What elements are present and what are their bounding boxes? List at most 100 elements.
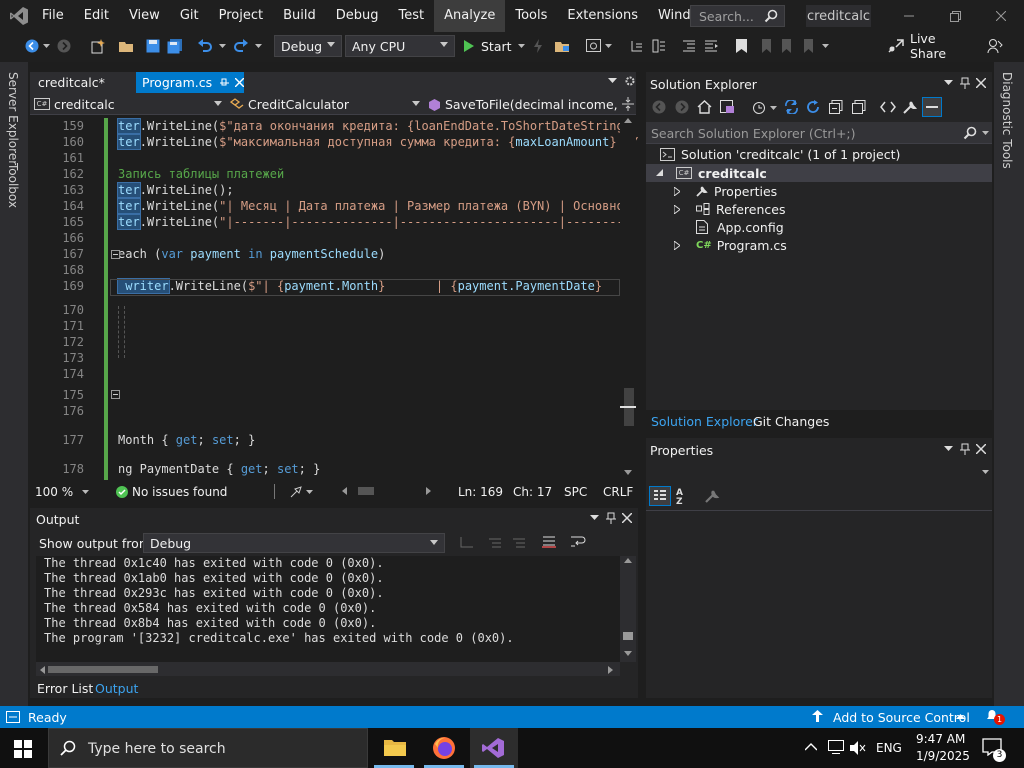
window-position-dropdown-icon[interactable] bbox=[590, 515, 599, 520]
alphabetical-icon[interactable]: AZ bbox=[676, 489, 683, 507]
start-button[interactable]: Start bbox=[462, 35, 525, 57]
indent-icon[interactable] bbox=[702, 35, 720, 57]
toolbox-tab[interactable]: Toolbox bbox=[6, 163, 20, 208]
visual-studio-logo[interactable] bbox=[8, 6, 30, 26]
prev-bookmark-icon[interactable] bbox=[756, 35, 774, 57]
menu-build[interactable]: Build bbox=[273, 0, 326, 32]
switch-views-icon[interactable] bbox=[720, 100, 735, 114]
sol-close-icon[interactable] bbox=[976, 78, 986, 88]
sol-back-icon[interactable] bbox=[652, 100, 666, 114]
settings-gear-icon[interactable] bbox=[624, 75, 636, 87]
tab-git-changes[interactable]: Git Changes bbox=[753, 414, 829, 429]
browser-link-icon[interactable] bbox=[584, 35, 602, 57]
forward-icon[interactable] bbox=[56, 35, 72, 57]
editor-vertical-scrollbar[interactable] bbox=[620, 115, 636, 483]
tab-solution-explorer[interactable]: Solution Explorer bbox=[651, 414, 758, 429]
clear-all-icon[interactable] bbox=[542, 535, 556, 548]
tab-output[interactable]: Output bbox=[95, 681, 138, 696]
class-combo[interactable]: CreditCalculator bbox=[230, 95, 422, 113]
search-box[interactable]: Search... bbox=[690, 5, 785, 27]
collapse-region-icon[interactable] bbox=[111, 250, 120, 259]
tab-error-list[interactable]: Error List bbox=[37, 681, 93, 696]
collapse-region-icon[interactable] bbox=[111, 390, 120, 399]
code-line[interactable]: ng PaymentDate { get; set; } bbox=[118, 462, 320, 476]
pending-dropdown-icon[interactable] bbox=[770, 106, 777, 110]
issues-status[interactable]: No issues found bbox=[132, 485, 227, 499]
output-scroll-down-icon[interactable] bbox=[624, 651, 632, 656]
menu-analyze[interactable]: Analyze bbox=[434, 0, 506, 32]
new-project-icon[interactable] bbox=[88, 35, 106, 57]
undo-dropdown-icon[interactable] bbox=[218, 35, 226, 57]
save-icon[interactable] bbox=[144, 35, 162, 57]
code-line[interactable]: ter.WriteLine("| Месяц | Дата платежа | … bbox=[117, 198, 631, 214]
diagnostic-tools-tab[interactable]: Diagnostic Tools bbox=[1000, 72, 1014, 169]
props-pin-icon[interactable] bbox=[960, 443, 970, 455]
brush-dropdown-icon[interactable] bbox=[306, 490, 313, 494]
hscroll-left-icon[interactable] bbox=[342, 487, 347, 495]
code-line[interactable]: ter.WriteLine($"дата окончания кредита: … bbox=[117, 118, 638, 134]
code-line[interactable]: each (var payment in paymentSchedule) bbox=[118, 247, 385, 261]
tray-overflow-icon[interactable] bbox=[805, 743, 817, 751]
project-combo[interactable]: C# creditcalc bbox=[34, 95, 224, 113]
server-explorer-tab[interactable]: Server Explorer bbox=[6, 72, 20, 165]
tree-item-references[interactable]: References bbox=[674, 200, 785, 218]
browser-dropdown-icon[interactable] bbox=[604, 35, 612, 57]
zoom-level[interactable]: 100 % bbox=[35, 485, 73, 499]
outdent-icon[interactable] bbox=[680, 35, 698, 57]
network-icon[interactable] bbox=[828, 740, 844, 754]
step-over-icon[interactable] bbox=[650, 35, 668, 57]
back-icon[interactable] bbox=[24, 35, 40, 57]
tab-program-cs[interactable]: Program.cs bbox=[136, 72, 245, 93]
save-all-icon[interactable] bbox=[166, 35, 184, 57]
line-ending-status[interactable]: CRLF bbox=[603, 485, 633, 499]
tree-project[interactable]: C# creditcalc bbox=[656, 164, 767, 182]
windows-start-icon[interactable] bbox=[14, 740, 32, 758]
solution-configuration-select[interactable]: Debug bbox=[274, 35, 342, 57]
sol-search-dropdown-icon[interactable] bbox=[982, 131, 989, 135]
hscroll-right-icon[interactable] bbox=[426, 487, 431, 495]
clear-bookmarks-icon[interactable] bbox=[800, 35, 818, 57]
pin-icon[interactable] bbox=[220, 78, 230, 87]
menu-git[interactable]: Git bbox=[170, 0, 209, 32]
menu-test[interactable]: Test bbox=[389, 0, 435, 32]
redo-dropdown-icon[interactable] bbox=[254, 35, 262, 57]
find-message-icon[interactable] bbox=[460, 536, 474, 548]
view-code-icon[interactable] bbox=[880, 100, 896, 114]
bookmark-icon[interactable] bbox=[732, 35, 750, 57]
menu-tools[interactable]: Tools bbox=[505, 0, 557, 32]
menu-project[interactable]: Project bbox=[209, 0, 273, 32]
sol-search-icon[interactable] bbox=[963, 126, 977, 140]
tab-list-dropdown-icon[interactable] bbox=[608, 78, 617, 83]
open-file-in-explorer-icon[interactable] bbox=[554, 35, 572, 57]
menu-file[interactable]: File bbox=[32, 0, 74, 32]
source-control-dropdown-icon[interactable] bbox=[956, 714, 965, 719]
code-line[interactable]: Запись таблицы платежей bbox=[118, 167, 284, 181]
column-status[interactable]: Ch: 17 bbox=[513, 485, 552, 499]
dropdown-arrow-icon[interactable] bbox=[42, 35, 50, 57]
tab-creditcalc[interactable]: creditcalc* bbox=[32, 72, 136, 93]
feedback-icon[interactable] bbox=[986, 35, 1004, 57]
step-into-icon[interactable] bbox=[628, 35, 646, 57]
props-object-dropdown-icon[interactable] bbox=[982, 470, 989, 474]
properties-wrench-icon[interactable] bbox=[903, 100, 917, 114]
menu-view[interactable]: View bbox=[119, 0, 170, 32]
output-scroll-left-icon[interactable] bbox=[40, 666, 45, 674]
props-close-icon[interactable] bbox=[976, 444, 986, 454]
props-dropdown-icon[interactable] bbox=[944, 446, 953, 451]
menu-edit[interactable]: Edit bbox=[74, 0, 119, 32]
close-tab-icon[interactable] bbox=[235, 78, 245, 87]
maximize-button[interactable] bbox=[932, 0, 978, 32]
output-scroll-right-icon[interactable] bbox=[608, 666, 613, 674]
solution-platform-select[interactable]: Any CPU bbox=[345, 35, 455, 57]
close-window-button[interactable] bbox=[978, 0, 1024, 32]
open-folder-icon[interactable] bbox=[118, 35, 136, 57]
menu-debug[interactable]: Debug bbox=[326, 0, 389, 32]
code-line[interactable]: Month { get; set; } bbox=[118, 433, 255, 447]
scroll-down-arrow-icon[interactable] bbox=[624, 470, 632, 475]
tree-item-program-cs[interactable]: C# Program.cs bbox=[674, 236, 787, 254]
live-share-button[interactable]: Live Share bbox=[888, 31, 968, 61]
output-scroll-thumb[interactable] bbox=[623, 632, 633, 640]
code-line[interactable]: ter.WriteLine("|-------|--------------|-… bbox=[117, 214, 631, 230]
undo-icon[interactable] bbox=[196, 35, 214, 57]
property-pages-icon[interactable] bbox=[704, 488, 720, 504]
